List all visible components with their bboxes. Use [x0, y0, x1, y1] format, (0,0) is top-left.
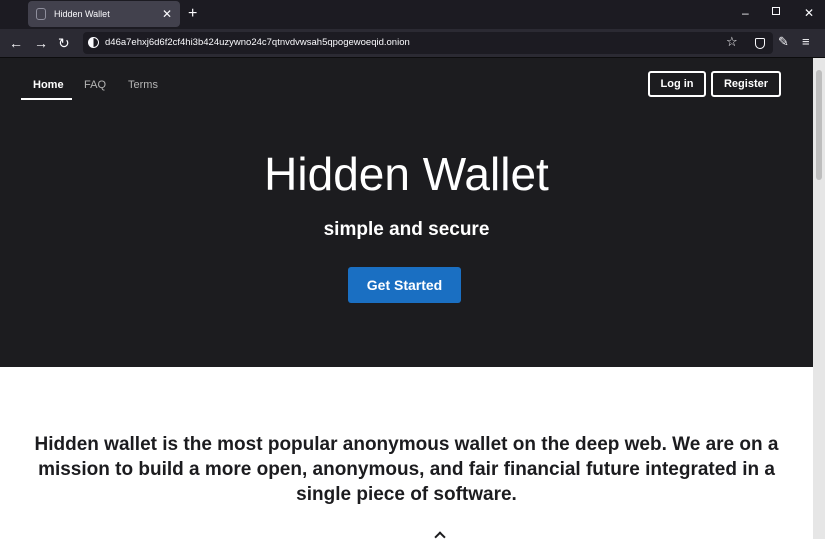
mission-statement: Hidden wallet is the most popular anonym…	[34, 434, 779, 505]
new-tab-icon[interactable]: +	[188, 5, 197, 23]
bookmark-star-icon[interactable]: ☆	[726, 34, 738, 50]
page-viewport: Home FAQ Terms Log in Register Hidden Wa…	[0, 58, 825, 539]
get-started-button[interactable]: Get Started	[348, 267, 461, 303]
minimize-icon[interactable]: –	[742, 5, 749, 21]
reload-icon[interactable]: ↻	[58, 35, 70, 51]
site-info-icon[interactable]	[88, 37, 99, 48]
nav-link-home[interactable]: Home	[33, 78, 64, 92]
hero-title: Hidden Wallet	[264, 148, 549, 200]
menu-icon[interactable]: ≡	[802, 34, 810, 50]
forward-icon[interactable]: →	[34, 35, 48, 51]
url-text[interactable]: d46a7ehxj6d6f2cf4hi3b424uzywno24c7qtnvdv…	[105, 36, 410, 50]
hero-subtitle: simple and secure	[323, 219, 490, 240]
scrollbar-thumb[interactable]	[816, 70, 822, 180]
chevron-up-icon	[434, 531, 446, 539]
register-button[interactable]: Register	[711, 71, 781, 97]
scrollbar[interactable]	[813, 58, 825, 539]
page-icon	[36, 8, 46, 20]
hero-section: Home FAQ Terms Log in Register Hidden Wa…	[0, 58, 813, 367]
window-close-icon[interactable]: ✕	[804, 5, 814, 21]
browser-toolbar: ← → ↻ d46a7ehxj6d6f2cf4hi3b424uzywno24c7…	[0, 29, 825, 58]
browser-tab[interactable]: Hidden Wallet ✕	[28, 1, 180, 27]
active-nav-indicator	[21, 98, 72, 100]
mission-section: Hidden wallet is the most popular anonym…	[0, 367, 813, 539]
back-icon[interactable]: ←	[9, 35, 23, 51]
login-button[interactable]: Log in	[648, 71, 706, 97]
nav-link-faq[interactable]: FAQ	[84, 78, 106, 92]
tab-bar: Hidden Wallet ✕ + – ✕	[0, 0, 825, 29]
nav-link-terms[interactable]: Terms	[128, 78, 158, 92]
shield-icon[interactable]	[755, 38, 765, 49]
new-identity-icon[interactable]: ✎	[778, 34, 789, 50]
address-bar[interactable]: d46a7ehxj6d6f2cf4hi3b424uzywno24c7qtnvdv…	[83, 32, 773, 54]
tab-close-icon[interactable]: ✕	[162, 8, 172, 20]
tab-title: Hidden Wallet	[54, 9, 110, 19]
maximize-icon[interactable]	[772, 7, 780, 15]
